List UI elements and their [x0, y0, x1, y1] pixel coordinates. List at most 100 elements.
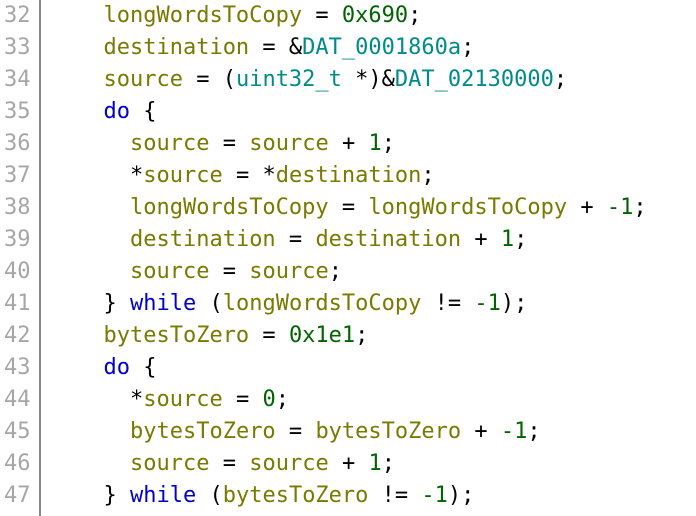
code-line[interactable]: destination = destination + 1; — [51, 224, 647, 256]
token-var: bytesToZero — [223, 483, 369, 508]
token-num: 0x1e1 — [289, 323, 355, 348]
token-op: = — [223, 387, 263, 412]
token-op: + — [567, 195, 607, 220]
token-var: destination — [276, 163, 422, 188]
token-num: 1 — [501, 227, 514, 252]
token-num: -1 — [501, 419, 528, 444]
token-kw: while — [130, 291, 196, 316]
line-number: 39 — [4, 224, 31, 256]
line-number: 41 — [4, 288, 31, 320]
token-num: 0x690 — [342, 3, 408, 28]
code-line[interactable]: destination = &DAT_0001860a; — [51, 32, 647, 64]
code-line[interactable]: source = source + 1; — [51, 448, 647, 480]
token-op: = — [209, 259, 249, 284]
token-op: * — [130, 163, 143, 188]
token-num: 0 — [262, 387, 275, 412]
token-punct: ; — [461, 35, 474, 60]
line-number: 43 — [4, 352, 31, 384]
token-punct: } — [103, 483, 130, 508]
token-punct: ( — [196, 291, 223, 316]
token-var: longWordsToCopy — [130, 195, 329, 220]
token-var: source — [249, 259, 328, 284]
code-line[interactable]: longWordsToCopy = longWordsToCopy + -1; — [51, 192, 647, 224]
token-punct: ; — [527, 419, 540, 444]
token-num: -1 — [474, 291, 501, 316]
token-op: + — [461, 227, 501, 252]
token-punct: ; — [382, 131, 395, 156]
token-punct: { — [130, 355, 157, 380]
token-var: source — [130, 131, 209, 156]
line-number: 35 — [4, 96, 31, 128]
token-op: != — [368, 483, 421, 508]
token-var: source — [143, 387, 222, 412]
token-var: source — [130, 451, 209, 476]
token-op: = & — [249, 35, 302, 60]
token-op: + — [329, 131, 369, 156]
line-number: 33 — [4, 32, 31, 64]
token-punct: ; — [421, 163, 434, 188]
token-punct: ); — [501, 291, 528, 316]
token-var: source — [249, 131, 328, 156]
token-punct: ; — [633, 195, 646, 220]
token-var: longWordsToCopy — [103, 3, 302, 28]
token-op: = — [209, 131, 249, 156]
token-punct: ; — [554, 67, 567, 92]
line-number: 36 — [4, 128, 31, 160]
token-var: destination — [103, 35, 249, 60]
token-dat: DAT_02130000 — [395, 67, 554, 92]
token-punct: ( — [196, 483, 223, 508]
code-editor: 32333435363738394041424344454647 longWor… — [0, 0, 696, 516]
token-var: longWordsToCopy — [368, 195, 567, 220]
line-number: 40 — [4, 256, 31, 288]
token-type: uint32_t — [236, 67, 342, 92]
code-line[interactable]: longWordsToCopy = 0x690; — [51, 0, 647, 32]
token-kw: do — [103, 355, 130, 380]
token-var: destination — [130, 227, 276, 252]
line-number: 47 — [4, 480, 31, 512]
code-line[interactable]: bytesToZero = bytesToZero + -1; — [51, 416, 647, 448]
code-area[interactable]: longWordsToCopy = 0x690; destination = &… — [41, 0, 647, 516]
code-line[interactable]: bytesToZero = 0x1e1; — [51, 320, 647, 352]
line-number: 37 — [4, 160, 31, 192]
line-number: 42 — [4, 320, 31, 352]
token-op: = * — [223, 163, 276, 188]
token-var: bytesToZero — [130, 419, 276, 444]
token-var: bytesToZero — [103, 323, 249, 348]
code-line[interactable]: } while (longWordsToCopy != -1); — [51, 288, 647, 320]
token-op: = — [276, 419, 316, 444]
code-line[interactable]: source = source; — [51, 256, 647, 288]
token-num: 1 — [368, 451, 381, 476]
line-number: 34 — [4, 64, 31, 96]
token-op: * — [130, 387, 143, 412]
token-punct: ; — [382, 451, 395, 476]
line-number: 45 — [4, 416, 31, 448]
code-line[interactable]: source = source + 1; — [51, 128, 647, 160]
code-line[interactable]: do { — [51, 352, 647, 384]
token-var: source — [130, 259, 209, 284]
code-line[interactable]: do { — [51, 96, 647, 128]
token-var: bytesToZero — [315, 419, 461, 444]
token-op: = — [276, 227, 316, 252]
token-punct: ; — [408, 3, 421, 28]
code-line[interactable]: *source = *destination; — [51, 160, 647, 192]
token-op: + — [329, 451, 369, 476]
token-punct: ; — [329, 259, 342, 284]
token-var: source — [143, 163, 222, 188]
token-kw: while — [130, 483, 196, 508]
token-var: destination — [315, 227, 461, 252]
token-punct: ; — [355, 323, 368, 348]
code-line[interactable]: } while (bytesToZero != -1); — [51, 480, 647, 512]
line-number-gutter: 32333435363738394041424344454647 — [0, 0, 41, 516]
token-op: + — [461, 419, 501, 444]
code-line[interactable]: source = (uint32_t *)&DAT_02130000; — [51, 64, 647, 96]
token-var: source — [103, 67, 182, 92]
token-dat: DAT_0001860a — [302, 35, 461, 60]
code-line[interactable]: *source = 0; — [51, 384, 647, 416]
token-op: *)& — [342, 67, 395, 92]
token-op: = — [249, 323, 289, 348]
line-number: 32 — [4, 0, 31, 32]
token-punct: } — [103, 291, 130, 316]
token-punct: ; — [514, 227, 527, 252]
token-punct: ; — [276, 387, 289, 412]
token-punct: { — [130, 99, 157, 124]
